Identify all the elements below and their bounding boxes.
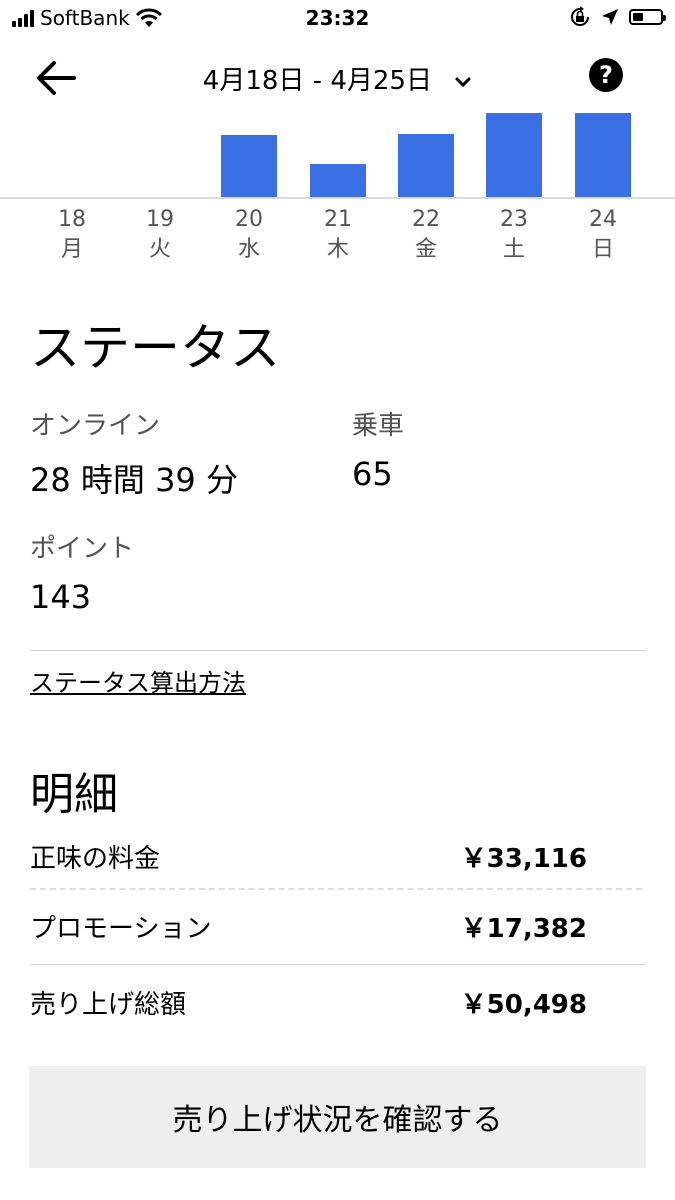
net-fare-label: 正味の料金 [30, 844, 161, 874]
rides-value: 65 [352, 455, 393, 493]
status-divider [30, 650, 646, 651]
chart-bar[interactable] [221, 135, 277, 197]
day-weekday: 木 [326, 237, 349, 262]
chart-day-label: 19 火 [130, 205, 190, 265]
chart-day-label: 23 土 [484, 205, 544, 265]
dashed-divider [30, 888, 642, 890]
day-weekday: 日 [591, 237, 614, 262]
day-weekday: 金 [414, 237, 437, 262]
day-number: 20 [235, 207, 263, 232]
chart-day-label: 18 月 [42, 205, 102, 265]
date-range-label: 4月18日 - 4月25日 [202, 66, 432, 96]
location-icon [602, 9, 618, 25]
battery-icon [629, 9, 666, 25]
total-sales-label: 売り上げ総額 [30, 990, 187, 1020]
online-label: オンライン [30, 411, 161, 441]
chart-bar[interactable] [575, 113, 631, 197]
day-weekday: 水 [237, 237, 260, 262]
chart-day-label: 20 水 [219, 205, 279, 265]
points-label: ポイント [30, 534, 135, 564]
day-weekday: 土 [502, 237, 525, 262]
header: 4月18日 - 4月25日 ? [0, 50, 675, 106]
points-value: 143 [30, 578, 92, 616]
day-number: 23 [500, 207, 528, 232]
chart-bar[interactable] [486, 113, 542, 197]
promotion-amount: ￥17,382 [460, 914, 587, 944]
rotation-lock-icon [571, 6, 589, 26]
status-method-link[interactable]: ステータス算出方法 [30, 663, 246, 698]
date-range-selector[interactable]: 4月18日 - 4月25日 [0, 60, 675, 97]
total-sales-amount: ￥50,498 [460, 990, 587, 1020]
status-bar: SoftBank 23:32 [0, 0, 675, 40]
help-icon[interactable]: ? [589, 58, 623, 92]
day-number: 19 [146, 207, 174, 232]
day-weekday: 火 [148, 237, 171, 262]
day-number: 18 [58, 207, 86, 232]
online-value: 28 時間 39 分 [30, 461, 238, 499]
status-title: ステータス [30, 319, 280, 377]
daily-earnings-chart: 18 月 19 火 20 水 21 木 22 金 23 土 24 日 [0, 108, 675, 268]
chart-bar[interactable] [398, 134, 454, 197]
rides-label: 乗車 [352, 411, 405, 441]
chevron-down-icon [455, 77, 471, 87]
chart-day-label: 22 金 [396, 205, 456, 265]
day-weekday: 月 [60, 237, 83, 262]
status-bar-right [569, 6, 666, 28]
net-fare-amount: ￥33,116 [460, 844, 587, 874]
breakdown-title: 明細 [30, 769, 118, 820]
day-number: 21 [324, 207, 352, 232]
check-sales-button[interactable]: 売り上げ状況を確認する [29, 1066, 646, 1168]
chart-baseline [0, 197, 675, 199]
promotion-label: プロモーション [30, 914, 212, 944]
day-number: 24 [589, 207, 617, 232]
day-number: 22 [412, 207, 440, 232]
total-divider [30, 964, 646, 965]
chart-bar[interactable] [310, 164, 366, 197]
chart-day-label: 24 日 [573, 205, 633, 265]
chart-day-label: 21 木 [308, 205, 368, 265]
